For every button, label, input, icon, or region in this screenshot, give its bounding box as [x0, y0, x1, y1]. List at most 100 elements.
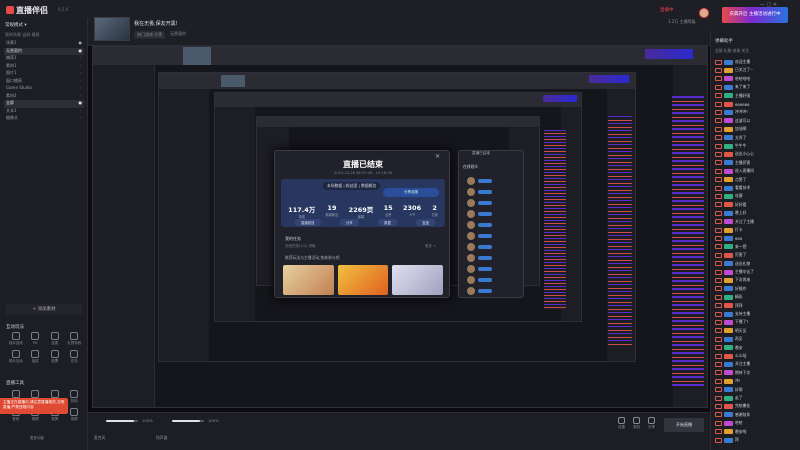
- task-more-link[interactable]: 更多 >: [425, 244, 436, 249]
- chat-message[interactable]: 看看技术: [715, 184, 799, 192]
- scene-visibility-icon[interactable]: ◦: [80, 85, 82, 93]
- chat-message[interactable]: 关注主播: [715, 360, 799, 368]
- scene-item[interactable]: 素材1 ◦: [4, 63, 84, 71]
- scene-item[interactable]: 窗口捕获 ◦: [4, 78, 84, 86]
- chat-message[interactable]: 好好看: [715, 201, 799, 209]
- chat-message[interactable]: 进入直播间: [715, 167, 799, 175]
- chat-message[interactable]: 精彩: [715, 293, 799, 301]
- tool-button[interactable]: 观众互动: [6, 350, 26, 364]
- chat-message[interactable]: 走了: [715, 394, 799, 402]
- scene-visibility-icon[interactable]: ◦: [80, 70, 82, 78]
- chat-message[interactable]: 好操作: [715, 285, 799, 293]
- scene-visibility-icon[interactable]: ●: [79, 40, 83, 48]
- scene-item[interactable]: Game Studio ◦: [4, 85, 84, 93]
- chat-message[interactable]: 拜: [715, 436, 799, 444]
- tool-button[interactable]: PK: [26, 332, 46, 346]
- go-live-button[interactable]: 开始直播: [664, 418, 704, 432]
- chat-message[interactable]: 冲冲冲!: [715, 108, 799, 116]
- viewer-row[interactable]: [467, 263, 517, 274]
- viewer-row[interactable]: [467, 175, 517, 186]
- chat-message[interactable]: 哈哈哈哈: [715, 75, 799, 83]
- dialog-action-button[interactable]: 分享: [339, 219, 359, 226]
- user-avatar[interactable]: [699, 8, 709, 18]
- more-functions-link[interactable]: 更多功能: [30, 436, 44, 441]
- activity-banner[interactable]: 庆典开启 主播活动进行中: [722, 7, 788, 23]
- chat-message[interactable]: 加油啊: [715, 125, 799, 133]
- scene-item[interactable]: 场景1 ●: [4, 40, 84, 48]
- recommend-card[interactable]: [283, 265, 334, 295]
- task-progress[interactable]: 完成任务(1/2) 领取: [285, 244, 315, 249]
- chat-message[interactable]: 送出礼物: [715, 260, 799, 268]
- add-source-button[interactable]: + 添加素材: [6, 304, 82, 315]
- viewer-row[interactable]: [467, 241, 517, 252]
- chat-message[interactable]: 晚上好: [715, 209, 799, 217]
- scene-visibility-icon[interactable]: ●: [79, 100, 83, 108]
- scene-visibility-icon[interactable]: ◦: [80, 115, 82, 123]
- chat-message[interactable]: 支持主播: [715, 310, 799, 318]
- window-controls[interactable]: — □ ✕: [760, 2, 777, 8]
- scene-item[interactable]: 文本1 ◦: [4, 108, 84, 116]
- dialog-action-button[interactable]: 直播回放: [295, 219, 321, 226]
- room-cover-thumbnail[interactable]: [94, 17, 130, 41]
- chat-message[interactable]: 666: [715, 234, 799, 242]
- chat-message[interactable]: 打卡: [715, 226, 799, 234]
- chat-message[interactable]: 哈哈: [715, 419, 799, 427]
- chat-message[interactable]: 已关注了~: [715, 66, 799, 74]
- chat-message[interactable]: 牛牛牛: [715, 142, 799, 150]
- scene-item[interactable]: 素材2 ◦: [4, 93, 84, 101]
- chat-message[interactable]: 来一把: [715, 243, 799, 251]
- scene-item[interactable]: 捕获1 ◦: [4, 55, 84, 63]
- scene-item[interactable]: 无畏契约 ●: [4, 47, 84, 55]
- chat-message[interactable]: 下次再来: [715, 276, 799, 284]
- viewer-row[interactable]: [467, 274, 517, 285]
- chat-message[interactable]: 厉害了: [715, 251, 799, 259]
- chat-message[interactable]: 拜拜: [715, 302, 799, 310]
- chat-message[interactable]: 么么哒: [715, 352, 799, 360]
- viewer-row[interactable]: [467, 197, 517, 208]
- tool-button[interactable]: 抽奖: [26, 350, 46, 364]
- viewer-row[interactable]: [467, 230, 517, 241]
- room-title[interactable]: 我在无畏,保友开黑!: [134, 20, 178, 27]
- tool-button[interactable]: 任务: [65, 350, 85, 364]
- dialog-action-button[interactable]: 复盘: [416, 219, 435, 226]
- recommend-card[interactable]: [337, 265, 389, 295]
- recommend-card[interactable]: [392, 265, 444, 295]
- chat-message[interactable]: 感谢陪伴: [715, 411, 799, 419]
- chat-message[interactable]: 下播了?: [715, 318, 799, 326]
- chat-message[interactable]: 太秀了: [715, 134, 799, 142]
- scene-item[interactable]: 摄像头 ◦: [4, 115, 84, 123]
- viewer-row[interactable]: [467, 186, 517, 197]
- room-game-tag[interactable]: 无畏契约: [170, 31, 186, 37]
- viewer-row[interactable]: [467, 285, 517, 296]
- stats-tabs[interactable]: 本场数据 | 粉丝团 | 数据概览: [323, 182, 381, 190]
- chat-message[interactable]: 点赞了: [715, 176, 799, 184]
- speaker-volume-slider[interactable]: [172, 420, 204, 422]
- viewer-row[interactable]: [467, 208, 517, 219]
- chat-message[interactable]: 冲!: [715, 377, 799, 385]
- scene-item[interactable]: 图片1 ◦: [4, 70, 84, 78]
- scene-tabs[interactable]: 我的场景 竖屏 横屏: [5, 32, 40, 38]
- mic-volume-slider[interactable]: [106, 420, 138, 422]
- chat-message[interactable]: 再见: [715, 335, 799, 343]
- scene-visibility-icon[interactable]: ◦: [80, 108, 82, 116]
- tool-button[interactable]: 观众连线: [6, 332, 26, 346]
- bottom-tool-button[interactable]: 分享: [648, 417, 655, 430]
- viewer-row[interactable]: [467, 252, 517, 263]
- chat-message[interactable]: 哇塞: [715, 192, 799, 200]
- share-report-button[interactable]: 分享战报: [383, 188, 439, 197]
- room-category-tag[interactable]: 热门游戏·开黑: [134, 31, 166, 39]
- tool-button[interactable]: 连麦: [45, 332, 65, 346]
- chat-message[interactable]: 晚安啦: [715, 428, 799, 436]
- chat-message[interactable]: 关注了主播: [715, 218, 799, 226]
- chat-message[interactable]: 来了来了: [715, 83, 799, 91]
- scene-visibility-icon[interactable]: ◦: [80, 63, 82, 71]
- chat-message[interactable]: 期待下次: [715, 369, 799, 377]
- tool-button[interactable]: 投票: [45, 350, 65, 364]
- bottom-tool-button[interactable]: 设置: [618, 417, 625, 430]
- chat-message[interactable]: 晚安: [715, 344, 799, 352]
- chat-message[interactable]: 好耶: [715, 386, 799, 394]
- scene-item[interactable]: 全屏 ●: [4, 100, 84, 108]
- warning-toast[interactable]: 主播正在直播中,请注意直播规范,文明直播,严禁违规内容: [0, 398, 68, 414]
- chat-message[interactable]: 主播厉害: [715, 159, 799, 167]
- chat-message[interactable]: 主播辛苦了: [715, 268, 799, 276]
